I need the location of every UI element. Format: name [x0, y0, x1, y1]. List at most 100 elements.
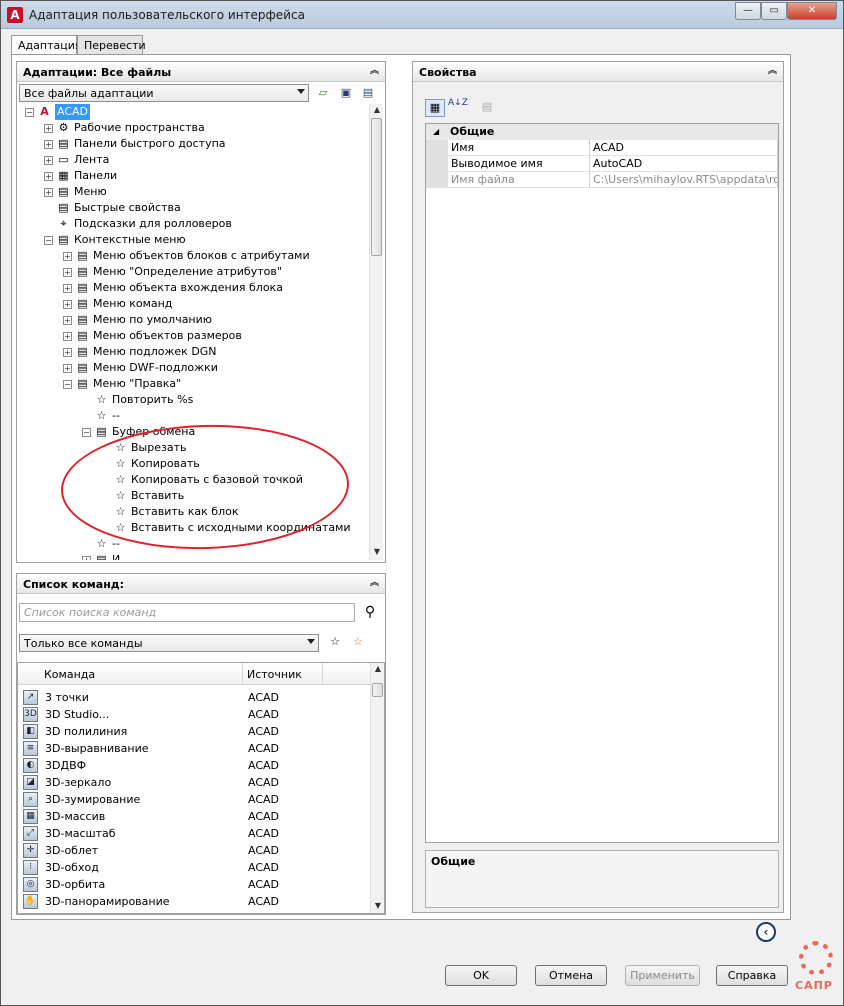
tab-customize[interactable]: Адаптация: [11, 35, 81, 56]
tree-item[interactable]: ☆ --: [19, 536, 369, 552]
column-header-source[interactable]: Источник: [243, 663, 323, 685]
tree-item[interactable]: − A ACAD: [19, 104, 369, 120]
expand-icon[interactable]: +: [63, 332, 72, 341]
collapse-icon[interactable]: −: [25, 108, 34, 117]
cancel-button[interactable]: Отмена: [535, 965, 607, 986]
open-file-icon[interactable]: ▱: [315, 85, 331, 101]
find-command-icon[interactable]: ☆: [327, 634, 343, 650]
tree-item[interactable]: ☆ Вставить как блок: [19, 504, 369, 520]
scroll-down-icon[interactable]: ▼: [370, 546, 384, 558]
scroll-up-icon[interactable]: ▲: [370, 104, 384, 116]
collapse-chevron-icon[interactable]: ︽: [368, 577, 381, 590]
new-command-icon[interactable]: ☆: [350, 634, 366, 650]
command-row[interactable]: ◐ 3DДВФ ACAD: [18, 757, 370, 774]
customizations-tree[interactable]: − A ACAD + ⚙ Рабочие пространства + ▤ Панели быс…: [19, 104, 369, 560]
tree-item[interactable]: ☆ Копировать: [19, 456, 369, 472]
categorized-view-icon[interactable]: ▦: [425, 99, 445, 117]
tree-item[interactable]: + ⚙ Рабочие пространства: [19, 120, 369, 136]
command-row[interactable]: ⌕ 3D-зумирование ACAD: [18, 791, 370, 808]
property-category-row[interactable]: ◢ Общие: [426, 124, 778, 140]
tree-item[interactable]: + ▤ Меню объектов размеров: [19, 328, 369, 344]
save-icon[interactable]: ▣: [338, 85, 354, 101]
property-grid[interactable]: ◢ Общие Имя ACAD Выводимое имя AutoCAD Имя ф…: [425, 123, 779, 843]
property-value[interactable]: C:\Users\mihaylov.RTS\appdata\roan: [590, 172, 778, 188]
property-value[interactable]: ACAD: [590, 140, 778, 156]
command-row[interactable]: ◪ 3D-зеркало ACAD: [18, 774, 370, 791]
tree-item[interactable]: − ▤ Контекстные меню: [19, 232, 369, 248]
apply-button[interactable]: Применить: [625, 965, 700, 986]
expand-icon[interactable]: +: [44, 156, 53, 165]
property-row[interactable]: Имя ACAD: [426, 140, 778, 156]
property-row[interactable]: Имя файла C:\Users\mihaylov.RTS\appdata\r…: [426, 172, 778, 188]
collapse-triangle-icon[interactable]: ◢: [426, 124, 448, 140]
tree-item[interactable]: ▤ Быстрые свойства: [19, 200, 369, 216]
scroll-down-icon[interactable]: ▼: [371, 900, 384, 912]
collapse-icon[interactable]: −: [44, 236, 53, 245]
command-row[interactable]: ✋ 3D-панорамирование ACAD: [18, 893, 370, 910]
command-row[interactable]: ↗ 3 точки ACAD: [18, 689, 370, 706]
save-as-icon[interactable]: ▤: [360, 85, 376, 101]
property-pages-icon[interactable]: ▤: [479, 99, 495, 115]
expand-icon[interactable]: +: [63, 364, 72, 373]
ok-button[interactable]: OK: [445, 965, 517, 986]
tree-item[interactable]: ☆ --: [19, 408, 369, 424]
close-button[interactable]: ✕: [787, 2, 837, 20]
tree-item[interactable]: + ▦ Панели: [19, 168, 369, 184]
tree-item[interactable]: ☆ Копировать с базовой точкой: [19, 472, 369, 488]
expand-icon[interactable]: +: [63, 348, 72, 357]
collapse-chevron-icon[interactable]: ︽: [766, 65, 779, 78]
expand-icon[interactable]: +: [63, 252, 72, 261]
tree-scroll-thumb[interactable]: [371, 118, 382, 256]
expand-icon[interactable]: +: [82, 556, 91, 560]
alphabetical-sort-icon[interactable]: A↓Z: [448, 99, 468, 115]
search-icon[interactable]: ⚲: [362, 604, 378, 620]
command-row[interactable]: ▦ 3D-массив ACAD: [18, 808, 370, 825]
tree-item[interactable]: + ▭ Лента: [19, 152, 369, 168]
tree-item[interactable]: + ▤ Меню объектов блоков с атрибутами: [19, 248, 369, 264]
tree-item[interactable]: + ▤ Меню команд: [19, 296, 369, 312]
tree-item[interactable]: ☆ Вставить: [19, 488, 369, 504]
expand-icon[interactable]: +: [44, 172, 53, 181]
command-row[interactable]: ◎ 3D-орбита ACAD: [18, 876, 370, 893]
help-button[interactable]: Справка: [716, 965, 788, 986]
tree-item[interactable]: ☆ Вставить с исходными координатами: [19, 520, 369, 536]
tree-item[interactable]: + ▤ Меню объекта вхождения блока: [19, 280, 369, 296]
tab-transfer[interactable]: Перевести: [77, 35, 146, 55]
tree-scrollbar[interactable]: ▲ ▼: [369, 104, 383, 560]
expand-icon[interactable]: +: [63, 268, 72, 277]
property-value[interactable]: AutoCAD: [590, 156, 778, 172]
command-row[interactable]: ◧ 3D полилиния ACAD: [18, 723, 370, 740]
tree-item[interactable]: ☆ Повторить %s: [19, 392, 369, 408]
command-row[interactable]: ≡ 3D-выравнивание ACAD: [18, 740, 370, 757]
file-filter-select[interactable]: Все файлы адаптации: [19, 84, 309, 102]
minimize-button[interactable]: —: [735, 2, 761, 20]
tree-item[interactable]: ⌖ Подсказки для ролловеров: [19, 216, 369, 232]
tree-item[interactable]: + ▤ Панели быстрого доступа: [19, 136, 369, 152]
expand-icon[interactable]: +: [63, 300, 72, 309]
tree-item[interactable]: − ▤ Буфер обмена: [19, 424, 369, 440]
expand-icon[interactable]: +: [44, 188, 53, 197]
tree-item[interactable]: + ▤ Меню подложек DGN: [19, 344, 369, 360]
expand-icon[interactable]: +: [63, 316, 72, 325]
expand-icon[interactable]: +: [44, 140, 53, 149]
command-filter-select[interactable]: Только все команды: [19, 634, 319, 652]
collapse-chevron-icon[interactable]: ︽: [368, 65, 381, 78]
title-bar[interactable]: A Адаптация пользовательского интерфейса…: [1, 1, 843, 29]
column-header-command[interactable]: Команда: [18, 663, 243, 685]
collapse-panel-icon[interactable]: ‹: [756, 922, 776, 942]
tree-item[interactable]: + ▤ И: [19, 552, 369, 560]
tree-item[interactable]: + ▤ Меню по умолчанию: [19, 312, 369, 328]
command-row[interactable]: 3D 3D Studio... ACAD: [18, 706, 370, 723]
command-grid[interactable]: Команда Источник ↗ 3 точки ACAD 3D 3D Studio…: [17, 662, 385, 914]
scroll-up-icon[interactable]: ▲: [371, 663, 384, 675]
property-row[interactable]: Выводимое имя AutoCAD: [426, 156, 778, 172]
command-grid-scroll-thumb[interactable]: [372, 683, 383, 697]
tree-item[interactable]: ☆ Вырезать: [19, 440, 369, 456]
tree-item[interactable]: + ▤ Меню: [19, 184, 369, 200]
tree-item[interactable]: + ▤ Меню DWF-подложки: [19, 360, 369, 376]
tree-item[interactable]: − ▤ Меню "Правка": [19, 376, 369, 392]
expand-icon[interactable]: +: [63, 284, 72, 293]
command-row[interactable]: ⁝ 3D-обход ACAD: [18, 859, 370, 876]
expand-icon[interactable]: +: [44, 124, 53, 133]
command-search-input[interactable]: Список поиска команд: [19, 603, 355, 622]
